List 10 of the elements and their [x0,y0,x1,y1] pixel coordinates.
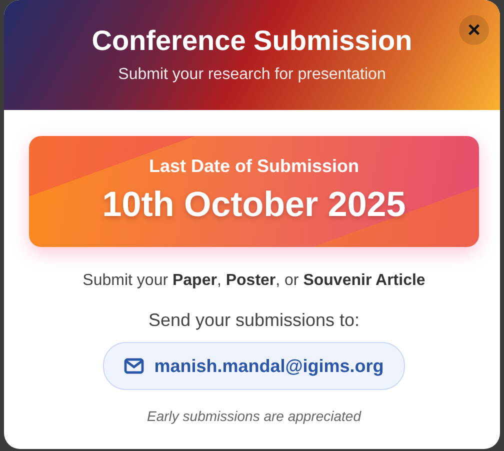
close-button[interactable]: × [459,15,489,45]
dialog-title: Conference Submission [92,24,412,58]
dialog-subtitle: Submit your research for presentation [118,66,386,84]
note-text: Early submissions are appreciated [147,408,361,424]
mail-icon [124,358,144,374]
send-label: Send your submissions to: [148,310,360,331]
deadline-date: 10th October 2025 [102,185,406,225]
email-link[interactable]: manish.mandal@igims.org [103,342,405,390]
submission-types-text: Submit your Paper, Poster, or Souvenir Article [82,272,426,290]
deadline-label: Last Date of Submission [148,156,360,177]
